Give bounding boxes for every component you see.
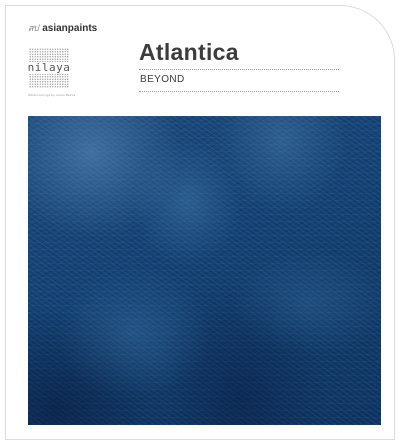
asianpaints-mark-icon: สป — [28, 23, 39, 34]
asianpaints-logo: สป asianpaints — [28, 23, 97, 35]
texture-swatch-image — [28, 116, 381, 425]
product-title: Atlantica — [139, 39, 239, 65]
title-divider — [139, 69, 339, 70]
brand-name: asianpaints — [42, 23, 98, 34]
nilaya-caption: Wallcoverings by Asian Paints — [28, 93, 76, 97]
nilaya-logo: nilaya — [25, 48, 73, 88]
product-collection: BEYOND — [140, 74, 185, 85]
nilaya-wordmark: nilaya — [25, 60, 73, 75]
subtitle-divider — [139, 91, 339, 92]
